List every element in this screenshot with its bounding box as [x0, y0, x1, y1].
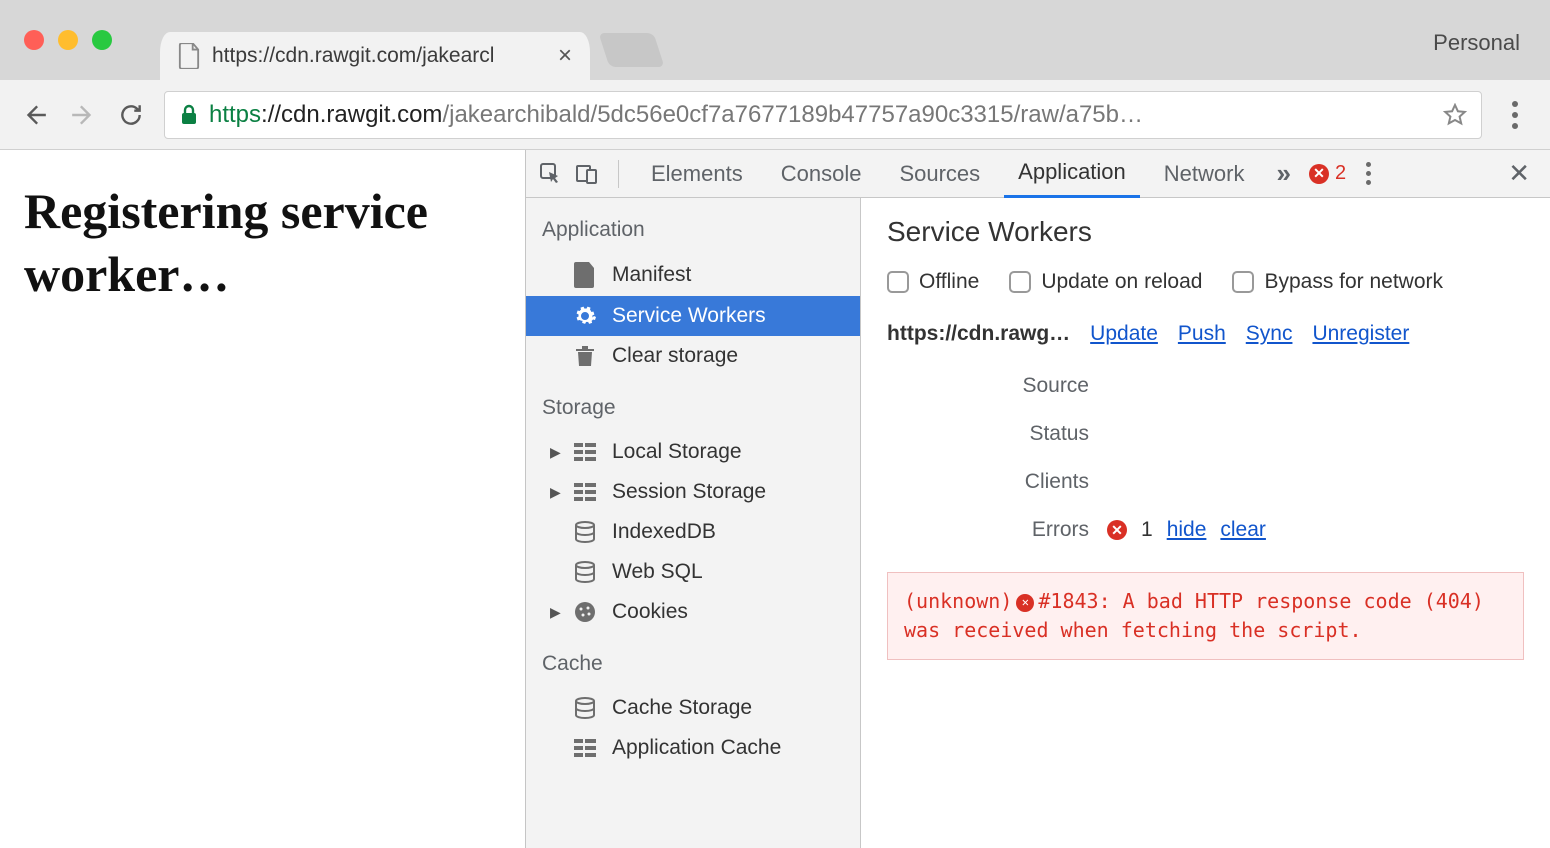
manifest-icon	[572, 262, 598, 288]
sidebar-item-application-cache[interactable]: Application Cache	[526, 728, 860, 768]
sidebar-item-indexeddb[interactable]: IndexedDB	[526, 512, 860, 552]
devtools-tab-sources[interactable]: Sources	[885, 150, 994, 198]
panel-title: Service Workers	[887, 216, 1524, 248]
error-icon: ✕	[1107, 520, 1127, 540]
trash-icon	[572, 344, 598, 368]
checkbox-label: Bypass for network	[1264, 270, 1443, 294]
window-maximize-button[interactable]	[92, 30, 112, 50]
devtools-tab-application[interactable]: Application	[1004, 150, 1140, 198]
devtools-tab-network[interactable]: Network	[1150, 150, 1259, 198]
chevron-right-icon[interactable]: ▶	[550, 444, 561, 461]
field-source-label: Source	[887, 374, 1107, 398]
reload-button[interactable]	[116, 100, 146, 130]
sw-push-link[interactable]: Push	[1178, 322, 1226, 346]
profile-label[interactable]: Personal	[1433, 30, 1520, 56]
error-message-box: (unknown)✕#1843: A bad HTTP response cod…	[887, 572, 1524, 660]
sidebar-item-label: Local Storage	[612, 440, 742, 464]
database-icon	[572, 521, 598, 543]
error-icon: ✕	[1016, 594, 1034, 612]
tab-title: https://cdn.rawgit.com/jakearcl	[212, 44, 494, 68]
errors-clear-link[interactable]: clear	[1220, 518, 1266, 542]
gear-icon	[572, 304, 598, 328]
errors-count: 1	[1141, 518, 1153, 542]
sw-update-link[interactable]: Update	[1090, 322, 1158, 346]
devtools-tab-console[interactable]: Console	[767, 150, 876, 198]
bookmark-star-icon[interactable]	[1443, 103, 1467, 127]
sidebar-item-session-storage[interactable]: ▶ Session Storage	[526, 472, 860, 512]
database-icon	[572, 697, 598, 719]
chevron-right-icon[interactable]: ▶	[550, 484, 561, 501]
devtools-menu-icon[interactable]	[1356, 162, 1381, 185]
browser-menu-icon[interactable]	[1500, 101, 1530, 129]
field-status-label: Status	[887, 422, 1107, 446]
window-minimize-button[interactable]	[58, 30, 78, 50]
tab-close-icon[interactable]: ×	[558, 42, 572, 70]
lock-icon	[179, 104, 199, 126]
back-button[interactable]	[20, 100, 50, 130]
window-close-button[interactable]	[24, 30, 44, 50]
sw-sync-link[interactable]: Sync	[1246, 322, 1293, 346]
sidebar-item-label: Application Cache	[612, 736, 781, 760]
error-count: 2	[1335, 162, 1346, 185]
checkbox-label: Update on reload	[1041, 270, 1202, 294]
error-icon: ✕	[1309, 164, 1329, 184]
sidebar-item-label: Web SQL	[612, 560, 703, 584]
cookie-icon	[572, 601, 598, 623]
grid-icon	[572, 443, 598, 461]
divider	[618, 160, 619, 188]
sidebar-item-label: Cookies	[612, 600, 688, 624]
sidebar-item-manifest[interactable]: Manifest	[526, 254, 860, 296]
sidebar-item-label: IndexedDB	[612, 520, 716, 544]
sidebar-item-service-workers[interactable]: Service Workers	[526, 296, 860, 336]
field-errors-label: Errors	[887, 518, 1107, 542]
more-tabs-icon[interactable]: »	[1268, 158, 1298, 189]
sw-scope: https://cdn.rawg…	[887, 322, 1070, 346]
sidebar-item-label: Cache Storage	[612, 696, 752, 720]
error-source: (unknown)	[904, 589, 1012, 613]
sidebar-item-local-storage[interactable]: ▶ Local Storage	[526, 432, 860, 472]
devtools-tab-elements[interactable]: Elements	[637, 150, 757, 198]
address-bar[interactable]: https://cdn.rawgit.com/jakearchibald/5dc…	[164, 91, 1482, 139]
chevron-right-icon[interactable]: ▶	[550, 604, 561, 621]
sidebar-item-cache-storage[interactable]: Cache Storage	[526, 688, 860, 728]
checkbox-icon	[887, 271, 909, 293]
inspect-element-icon[interactable]	[538, 162, 564, 186]
sidebar-item-websql[interactable]: Web SQL	[526, 552, 860, 592]
checkbox-icon	[1232, 271, 1254, 293]
sidebar-item-label: Clear storage	[612, 344, 738, 368]
sw-unregister-link[interactable]: Unregister	[1312, 322, 1409, 346]
browser-tab[interactable]: https://cdn.rawgit.com/jakearcl ×	[160, 32, 590, 80]
sidebar-item-label: Manifest	[612, 263, 691, 287]
devtools-close-icon[interactable]: ✕	[1500, 158, 1538, 189]
checkbox-icon	[1009, 271, 1031, 293]
grid-icon	[572, 739, 598, 757]
document-icon	[178, 43, 200, 69]
sidebar-item-label: Session Storage	[612, 480, 766, 504]
sidebar-group-application: Application	[526, 198, 860, 254]
sidebar-group-cache: Cache	[526, 632, 860, 688]
application-sidebar: Application Manifest Service Workers Cle…	[526, 198, 861, 848]
bypass-for-network-checkbox[interactable]: Bypass for network	[1232, 270, 1443, 294]
grid-icon	[572, 483, 598, 501]
database-icon	[572, 561, 598, 583]
errors-hide-link[interactable]: hide	[1167, 518, 1207, 542]
url-text: https://cdn.rawgit.com/jakearchibald/5dc…	[209, 101, 1433, 129]
sidebar-item-clear-storage[interactable]: Clear storage	[526, 336, 860, 376]
device-toolbar-icon[interactable]	[574, 162, 600, 186]
sidebar-group-storage: Storage	[526, 376, 860, 432]
error-count-badge[interactable]: ✕ 2	[1309, 162, 1346, 185]
sidebar-item-label: Service Workers	[612, 304, 766, 328]
sidebar-item-cookies[interactable]: ▶ Cookies	[526, 592, 860, 632]
page-heading: Registering service worker…	[24, 180, 501, 305]
field-clients-label: Clients	[887, 470, 1107, 494]
forward-button[interactable]	[68, 100, 98, 130]
new-tab-button[interactable]	[598, 33, 664, 67]
update-on-reload-checkbox[interactable]: Update on reload	[1009, 270, 1202, 294]
offline-checkbox[interactable]: Offline	[887, 270, 979, 294]
checkbox-label: Offline	[919, 270, 979, 294]
